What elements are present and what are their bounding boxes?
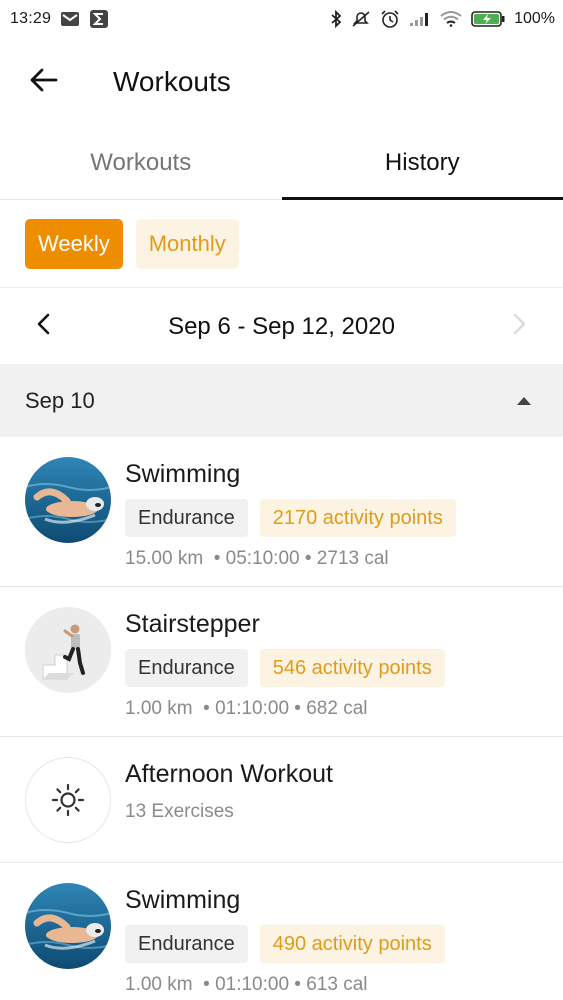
chevron-right-icon xyxy=(511,313,527,340)
workout-tags: Endurance 490 activity points xyxy=(125,925,553,963)
workout-list: Swimming Endurance 2170 activity points … xyxy=(0,437,563,1000)
chevron-left-icon xyxy=(36,313,52,340)
day-label: Sep 10 xyxy=(25,387,95,413)
exercise-count: 13 Exercises xyxy=(125,801,234,822)
day-group-header[interactable]: Sep 10 xyxy=(0,364,563,437)
workout-item[interactable]: Stairstepper Endurance 546 activity poin… xyxy=(0,587,563,737)
workout-stats: 1.00 km • 01:10:00 • 613 cal xyxy=(125,974,368,995)
stairstepper-thumbnail xyxy=(25,607,111,693)
page-title: Workouts xyxy=(113,66,231,97)
caret-up-icon[interactable] xyxy=(509,386,539,416)
battery-charging-icon xyxy=(471,10,505,28)
sun-icon xyxy=(25,757,111,843)
category-tag: Endurance xyxy=(125,925,248,963)
previous-week-button[interactable] xyxy=(26,309,62,345)
sigma-app-icon xyxy=(89,9,109,29)
weekly-chip[interactable]: Weekly xyxy=(25,218,123,269)
wifi-icon xyxy=(440,11,462,27)
workout-title: Stairstepper xyxy=(125,610,260,638)
swimmer-thumbnail xyxy=(25,457,111,543)
back-button[interactable] xyxy=(16,54,72,110)
workout-details: Swimming Endurance 2170 activity points … xyxy=(125,459,553,570)
workout-title: Swimming xyxy=(125,886,241,914)
status-bar: 13:29 100% xyxy=(0,0,563,38)
workout-stats: 1.00 km • 01:10:00 • 682 cal xyxy=(125,698,368,719)
workout-details: Swimming Endurance 490 activity points 1… xyxy=(125,885,553,996)
monthly-chip[interactable]: Monthly xyxy=(135,218,239,269)
date-range-label: Sep 6 - Sep 12, 2020 xyxy=(168,312,395,340)
workout-stats: 15.00 km • 05:10:00 • 2713 cal xyxy=(125,548,389,569)
next-week-button[interactable] xyxy=(501,309,537,345)
workout-title: Afternoon Workout xyxy=(125,760,333,788)
status-time: 13:29 xyxy=(10,10,52,27)
swimmer-thumbnail xyxy=(25,883,111,969)
date-range-row: Sep 6 - Sep 12, 2020 xyxy=(0,289,563,364)
gmail-icon xyxy=(60,11,80,27)
workout-item[interactable]: Swimming Endurance 2170 activity points … xyxy=(0,437,563,587)
status-left: 13:29 xyxy=(10,9,109,29)
period-toggle: Weekly Monthly xyxy=(0,200,563,288)
activity-points-tag: 546 activity points xyxy=(259,649,445,687)
tab-bar: Workouts History xyxy=(0,126,563,200)
workout-item[interactable]: Swimming Endurance 490 activity points 1… xyxy=(0,863,563,1000)
app-bar: Workouts xyxy=(0,38,563,126)
workout-item[interactable]: Afternoon Workout 13 Exercises xyxy=(0,737,563,863)
tab-history[interactable]: History xyxy=(281,126,563,200)
workout-details: Afternoon Workout 13 Exercises xyxy=(125,759,553,823)
status-right: 100% xyxy=(330,9,555,29)
workout-title: Swimming xyxy=(125,460,241,488)
arrow-left-icon xyxy=(30,68,58,97)
mute-icon xyxy=(351,10,371,28)
activity-points-tag: 2170 activity points xyxy=(259,499,456,537)
tab-workouts[interactable]: Workouts xyxy=(0,126,282,199)
category-tag: Endurance xyxy=(125,499,248,537)
alarm-icon xyxy=(380,9,400,29)
category-tag: Endurance xyxy=(125,649,248,687)
activity-points-tag: 490 activity points xyxy=(259,925,445,963)
workout-tags: Endurance 2170 activity points xyxy=(125,499,553,537)
signal-icon xyxy=(409,11,431,27)
workout-details: Stairstepper Endurance 546 activity poin… xyxy=(125,609,553,720)
bluetooth-icon xyxy=(330,10,342,28)
workout-tags: Endurance 546 activity points xyxy=(125,649,553,687)
battery-percent: 100% xyxy=(514,10,555,27)
